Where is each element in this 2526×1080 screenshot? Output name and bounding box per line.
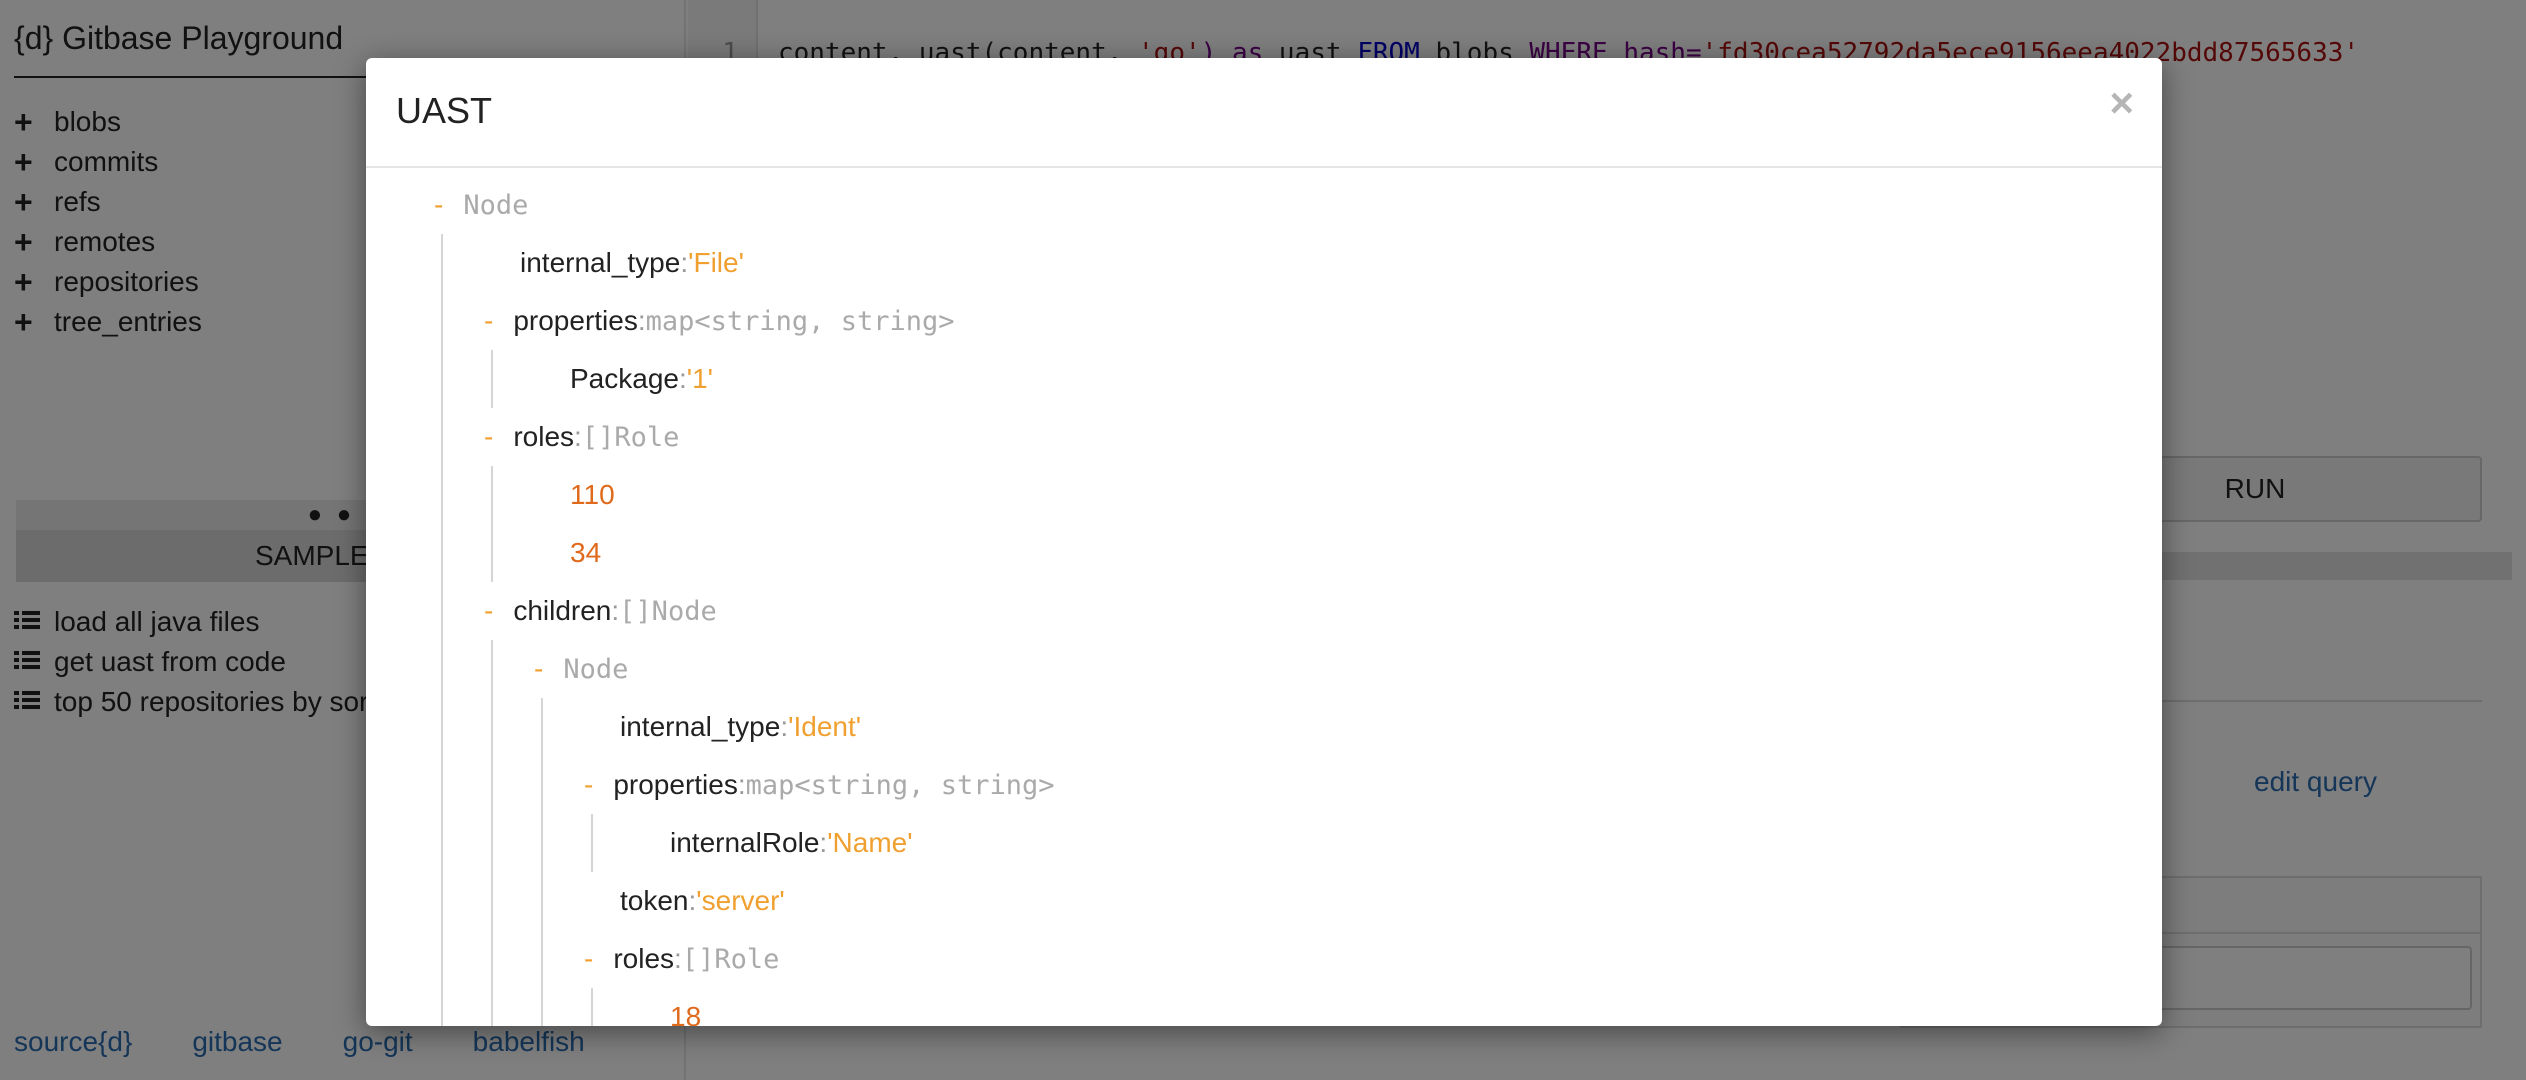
property-value: '1' <box>686 363 714 394</box>
tree-row: 18 <box>670 988 701 1026</box>
uast-modal: UAST × - Node internal_type: 'File' - proper… <box>366 58 2162 1026</box>
property-key: roles <box>513 421 575 452</box>
key-separator: : <box>574 421 582 452</box>
tree-row: internal_type: 'File' <box>520 234 744 292</box>
tree-row: internalRole: 'Name' <box>670 814 913 872</box>
tree-row: 34 <box>570 524 601 582</box>
array-value: 110 <box>570 479 615 510</box>
uast-tree: - Node internal_type: 'File' - properties: m… <box>366 170 2162 1026</box>
tree-row[interactable]: - Node <box>434 176 528 234</box>
tree-guide-line <box>591 988 593 1026</box>
property-key: roles <box>613 943 675 974</box>
tree-guide-line <box>491 350 493 408</box>
node-type-label: Node <box>463 189 529 221</box>
key-separator: : <box>674 943 682 974</box>
tree-guide-line <box>491 640 493 1026</box>
modal-title: UAST <box>396 90 493 131</box>
property-type: map<string, string> <box>745 769 1055 801</box>
tree-row: Package: '1' <box>570 350 713 408</box>
property-key: children <box>513 595 612 626</box>
tree-row[interactable]: - Node <box>534 640 628 698</box>
tree-row[interactable]: - roles: []Role <box>484 408 679 466</box>
collapse-toggle-icon[interactable]: - <box>484 421 493 453</box>
key-separator: : <box>780 711 789 742</box>
collapse-toggle-icon[interactable]: - <box>434 189 443 221</box>
collapse-toggle-icon[interactable]: - <box>584 943 593 975</box>
key-separator: : <box>680 247 689 278</box>
tree-row[interactable]: - properties: map<string, string> <box>484 292 954 350</box>
key-separator: : <box>611 595 620 626</box>
property-value: 'File' <box>688 247 744 278</box>
property-value: 'server' <box>696 885 785 916</box>
tree-row: 110 <box>570 466 615 524</box>
collapse-toggle-icon[interactable]: - <box>484 595 493 627</box>
close-icon[interactable]: × <box>2109 82 2134 124</box>
collapse-toggle-icon[interactable]: - <box>484 305 493 337</box>
property-key: properties <box>613 769 738 800</box>
node-type-label: Node <box>563 653 629 685</box>
array-value: 18 <box>670 1001 702 1026</box>
property-value: 'Ident' <box>788 711 862 742</box>
key-separator: : <box>737 769 746 800</box>
property-key: token <box>620 885 689 916</box>
tree-row[interactable]: - children: []Node <box>484 582 717 640</box>
property-type: map<string, string> <box>645 305 955 337</box>
key-separator: : <box>688 885 697 916</box>
key-separator: : <box>678 363 687 394</box>
property-key: Package <box>570 363 679 394</box>
tree-row: internal_type: 'Ident' <box>620 698 861 756</box>
tree-row[interactable]: - properties: map<string, string> <box>584 756 1054 814</box>
property-type: []Node <box>619 595 717 627</box>
key-separator: : <box>819 827 828 858</box>
tree-guide-line <box>491 466 493 582</box>
collapse-toggle-icon[interactable]: - <box>584 769 593 801</box>
modal-backdrop[interactable]: UAST × - Node internal_type: 'File' - proper… <box>0 0 2526 1080</box>
property-key: internal_type <box>520 247 681 278</box>
property-key: internal_type <box>620 711 781 742</box>
tree-guide-line <box>441 234 443 1026</box>
collapse-toggle-icon[interactable]: - <box>534 653 543 685</box>
property-type: []Role <box>681 943 780 975</box>
array-value: 34 <box>570 537 602 568</box>
modal-header: UAST × <box>366 58 2162 168</box>
property-type: []Role <box>581 421 680 453</box>
tree-guide-line <box>591 814 593 872</box>
property-key: internalRole <box>670 827 820 858</box>
property-key: properties <box>513 305 638 336</box>
tree-row[interactable]: - roles: []Role <box>584 930 779 988</box>
property-value: 'Name' <box>827 827 913 858</box>
key-separator: : <box>637 305 646 336</box>
tree-guide-line <box>541 698 543 1026</box>
tree-row: token: 'server' <box>620 872 785 930</box>
